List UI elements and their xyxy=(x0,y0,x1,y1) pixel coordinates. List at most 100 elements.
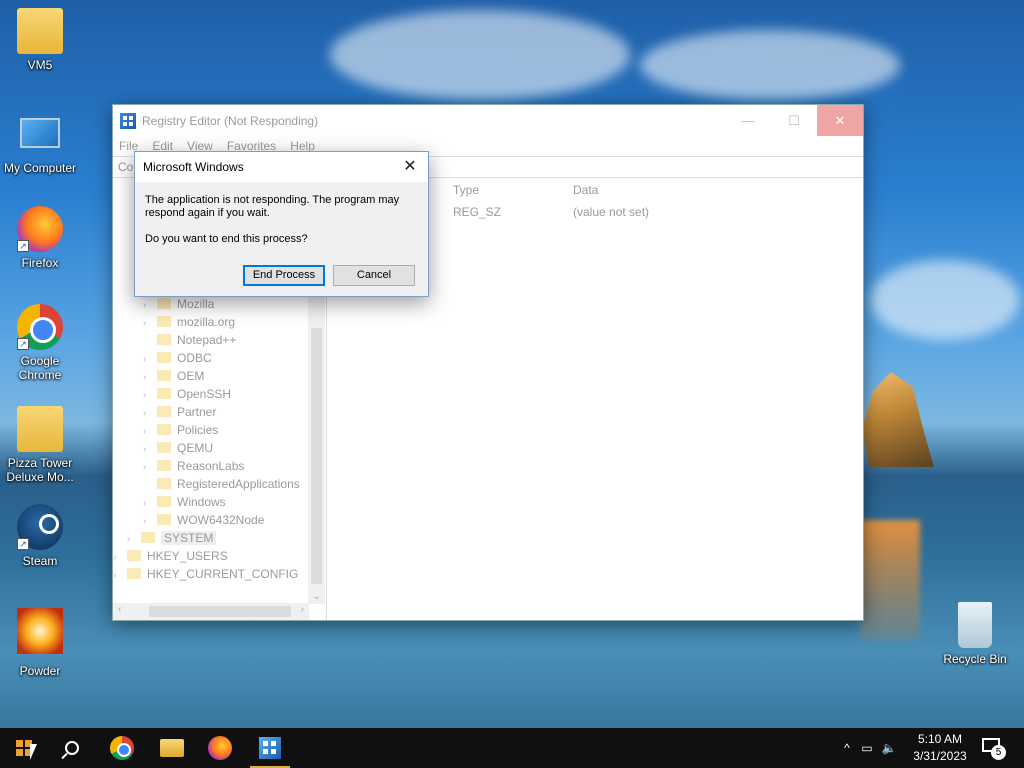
minimize-button[interactable]: — xyxy=(725,105,771,136)
folder-icon xyxy=(141,532,155,543)
maximize-button[interactable]: ☐ xyxy=(771,105,817,136)
chevron-up-icon[interactable]: ^ xyxy=(838,741,856,755)
taskbar-file-explorer[interactable] xyxy=(148,728,196,768)
system-tray: ^ ▭ 🔈 xyxy=(838,728,900,768)
scrollbar-thumb[interactable] xyxy=(149,606,291,617)
tree-item-odbc[interactable]: › ODBC xyxy=(143,349,212,367)
wallpaper-cloud xyxy=(870,260,1020,340)
value-type-cell[interactable]: REG_SZ xyxy=(453,205,501,219)
cancel-button[interactable]: Cancel xyxy=(333,265,415,286)
tree-item-reasonlabs[interactable]: › ReasonLabs xyxy=(143,457,244,475)
computer-icon xyxy=(20,118,60,148)
folder-icon xyxy=(157,514,171,525)
folder-icon xyxy=(127,568,141,579)
folder-icon xyxy=(157,298,171,309)
tree-item-policies[interactable]: › Policies xyxy=(143,421,218,439)
desktop-icon-label: Google Chrome xyxy=(18,354,62,382)
taskbar-registry-editor[interactable] xyxy=(246,728,294,768)
desktop-icon-label: Powder xyxy=(19,664,61,678)
folder-icon xyxy=(157,316,171,327)
tree-item-windows[interactable]: › Windows xyxy=(143,493,226,511)
shortcut-arrow-icon: ↗ xyxy=(17,240,29,252)
chevron-right-icon[interactable]: › xyxy=(113,567,123,585)
desktop-icon-recycle-bin[interactable]: Recycle Bin xyxy=(935,602,1015,666)
clock[interactable]: 5:10 AM 3/31/2023 xyxy=(904,731,976,765)
wallpaper-cloud xyxy=(330,10,630,100)
desktop-icon-vm5[interactable]: VM5 xyxy=(0,8,80,72)
folder-icon xyxy=(127,550,141,561)
desktop-icon-my-computer[interactable]: My Computer xyxy=(0,108,80,175)
scroll-down-icon[interactable]: ⌄ xyxy=(308,591,325,602)
value-data-cell[interactable]: (value not set) xyxy=(573,205,649,219)
tree-item-hkey-users[interactable]: › HKEY_USERS xyxy=(113,547,228,565)
folder-icon xyxy=(160,739,184,757)
scrollbar-thumb[interactable] xyxy=(311,328,322,584)
folder-icon xyxy=(157,496,171,507)
tree-item-partner[interactable]: › Partner xyxy=(143,403,216,421)
tree-item-system[interactable]: › SYSTEM xyxy=(127,529,217,547)
tree-item-hkey-current-config[interactable]: › HKEY_CURRENT_CONFIG xyxy=(113,565,298,583)
tree-item-oem[interactable]: › OEM xyxy=(143,367,204,385)
desktop-icon-label: VM5 xyxy=(27,58,53,72)
desktop-icon-powder[interactable]: Powder xyxy=(0,602,80,678)
dialog-message: The application is not responding. The p… xyxy=(135,182,428,246)
clock-date: 3/31/2023 xyxy=(913,749,967,763)
close-icon[interactable]: ✕ xyxy=(400,157,420,177)
desktop-icon-firefox[interactable]: ↗ Firefox xyxy=(0,206,80,270)
folder-icon xyxy=(157,442,171,453)
folder-icon xyxy=(157,334,171,345)
registry-editor-icon xyxy=(259,737,281,759)
registry-editor-icon xyxy=(120,112,136,129)
window-title: Registry Editor (Not Responding) xyxy=(142,113,319,128)
not-responding-dialog[interactable]: Microsoft Windows ✕ The application is n… xyxy=(134,151,429,297)
desktop-icon-chrome[interactable]: ↗ Google Chrome xyxy=(0,304,80,382)
scroll-left-icon[interactable]: ‹ xyxy=(118,604,121,615)
tree-item-mozilla-org[interactable]: › mozilla.org xyxy=(143,313,235,331)
window-titlebar[interactable]: Registry Editor (Not Responding) — ☐ ✕ xyxy=(113,105,863,136)
clock-time: 5:10 AM xyxy=(917,732,963,746)
steam-icon: ↗ xyxy=(17,504,63,550)
tree-item-mozilla[interactable]: › Mozilla xyxy=(143,295,214,313)
network-icon[interactable]: ▭ xyxy=(856,741,878,755)
wallpaper-cloud xyxy=(640,30,900,100)
end-process-button[interactable]: End Process xyxy=(243,265,325,286)
taskbar-firefox[interactable] xyxy=(196,728,244,768)
dialog-message-text: The application is not responding. The p… xyxy=(145,194,400,219)
folder-icon xyxy=(17,406,63,452)
firefox-icon xyxy=(208,736,232,760)
firefox-icon: ↗ xyxy=(17,206,63,252)
dialog-title: Microsoft Windows xyxy=(143,160,244,174)
desktop-icon-steam[interactable]: ↗ Steam xyxy=(0,504,80,568)
dialog-titlebar[interactable]: Microsoft Windows ✕ xyxy=(135,152,428,182)
desktop-icon-pizza-tower[interactable]: Pizza Tower Deluxe Mo... xyxy=(0,406,80,484)
tree-item-openssh[interactable]: › OpenSSH xyxy=(143,385,231,403)
taskbar-chrome[interactable] xyxy=(98,728,146,768)
powder-icon xyxy=(17,608,63,654)
folder-icon xyxy=(157,424,171,435)
chrome-icon xyxy=(110,736,134,760)
tree-item-notepadpp[interactable]: Notepad++ xyxy=(143,331,236,349)
dialog-question-text: Do you want to end this process? xyxy=(145,233,308,245)
chrome-icon: ↗ xyxy=(17,304,63,350)
desktop-icon-label: Recycle Bin xyxy=(943,652,1007,666)
shortcut-arrow-icon: ↗ xyxy=(17,538,29,550)
mouse-cursor xyxy=(30,744,37,760)
search-button[interactable] xyxy=(48,728,96,768)
tree-item-wow6432node[interactable]: › WOW6432Node xyxy=(143,511,264,529)
column-header-data[interactable]: Data xyxy=(573,183,598,197)
tree-horizontal-scrollbar[interactable]: ‹ › xyxy=(113,603,309,620)
desktop-icon-label: My Computer xyxy=(3,161,77,175)
volume-icon[interactable]: 🔈 xyxy=(878,741,900,755)
user-folder-icon xyxy=(17,8,63,54)
notification-center-button[interactable]: 5 xyxy=(980,736,1006,760)
scroll-right-icon[interactable]: › xyxy=(301,604,304,615)
folder-icon xyxy=(157,478,171,489)
tree-item-registeredapplications[interactable]: RegisteredApplications xyxy=(143,475,300,493)
wallpaper-reflection xyxy=(860,520,920,640)
column-header-type[interactable]: Type xyxy=(453,183,479,197)
tree-item-qemu[interactable]: › QEMU xyxy=(143,439,213,457)
desktop-icon-label: Pizza Tower Deluxe Mo... xyxy=(6,456,74,484)
close-button[interactable]: ✕ xyxy=(817,105,863,136)
taskbar: ^ ▭ 🔈 5:10 AM 3/31/2023 5 xyxy=(0,728,1024,768)
start-button[interactable] xyxy=(0,728,48,768)
